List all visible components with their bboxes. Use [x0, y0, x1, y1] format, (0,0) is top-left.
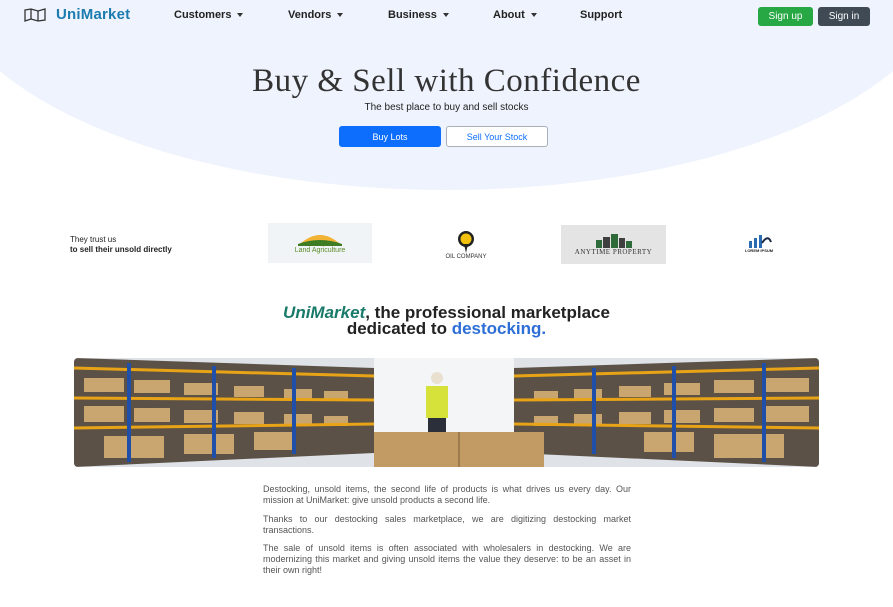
signin-button[interactable]: Sign in [818, 7, 870, 26]
chevron-down-icon [237, 13, 244, 17]
menu-item-label: About [493, 9, 525, 21]
partner-name: ANYTIME PROPERTY [574, 247, 653, 256]
sell-stock-button[interactable]: Sell Your Stock [446, 126, 548, 147]
partner-logo-lorem-ipsum: LOREM IPSUM [733, 232, 785, 254]
trust-line-2: to sell their unsold directly [70, 245, 172, 254]
warehouse-banner-image [74, 358, 819, 467]
main-menu: Customers Vendors Business About Support [174, 9, 622, 21]
navbar: UniMarket Customers Vendors Business Abo… [0, 0, 893, 32]
menu-item-customers[interactable]: Customers [174, 9, 288, 21]
menu-item-support[interactable]: Support [580, 9, 622, 21]
section-title: UniMarket, the professional marketplace … [0, 304, 893, 338]
partner-name: OIL COMPANY [445, 254, 487, 260]
chevron-down-icon [337, 13, 344, 17]
buy-lots-button[interactable]: Buy Lots [339, 126, 441, 147]
trust-line-1: They trust us [70, 235, 117, 244]
trust-label: They trust us to sell their unsold direc… [70, 235, 172, 255]
brand-name: UniMarket [56, 6, 131, 23]
brand[interactable]: UniMarket [24, 6, 130, 23]
menu-item-business[interactable]: Business [388, 9, 493, 21]
body-paragraph-3: The sale of unsold items is often associ… [263, 543, 631, 575]
body-paragraph-1: Destocking, unsold items, the second lif… [263, 484, 631, 505]
landscape-icon [298, 235, 342, 246]
body-paragraph-2: Thanks to our destocking sales marketpla… [263, 514, 631, 535]
menu-item-label: Customers [174, 9, 232, 21]
warehouse-illustration [74, 358, 819, 467]
partner-logo-anytime-property: ANYTIME PROPERTY [561, 225, 666, 264]
menu-item-label: Support [580, 9, 623, 21]
chevron-down-icon [442, 13, 449, 17]
partner-name: Land Agriculture [294, 247, 346, 254]
chevron-down-icon [530, 13, 537, 17]
partner-logo-oil-company: OIL COMPANY [436, 226, 496, 264]
section-title-highlight: destocking. [451, 319, 547, 338]
section-title-prefix: dedicated to [346, 319, 452, 338]
menu-item-vendors[interactable]: Vendors [288, 9, 388, 21]
oil-drop-icon [458, 231, 474, 253]
menu-item-label: Business [388, 9, 437, 21]
hero-subtitle: The best place to buy and sell stocks [364, 102, 529, 113]
map-icon [24, 7, 46, 22]
partner-logo-land-agriculture: Land Agriculture [268, 223, 372, 263]
menu-item-about[interactable]: About [493, 9, 580, 21]
signup-button[interactable]: Sign up [758, 7, 813, 26]
hero-title: Buy & Sell with Confidence [252, 63, 641, 99]
bar-chart-logo-icon [749, 234, 772, 248]
partner-name: LOREM IPSUM [744, 247, 774, 253]
buildings-icon [595, 233, 632, 248]
menu-item-label: Vendors [288, 9, 332, 21]
